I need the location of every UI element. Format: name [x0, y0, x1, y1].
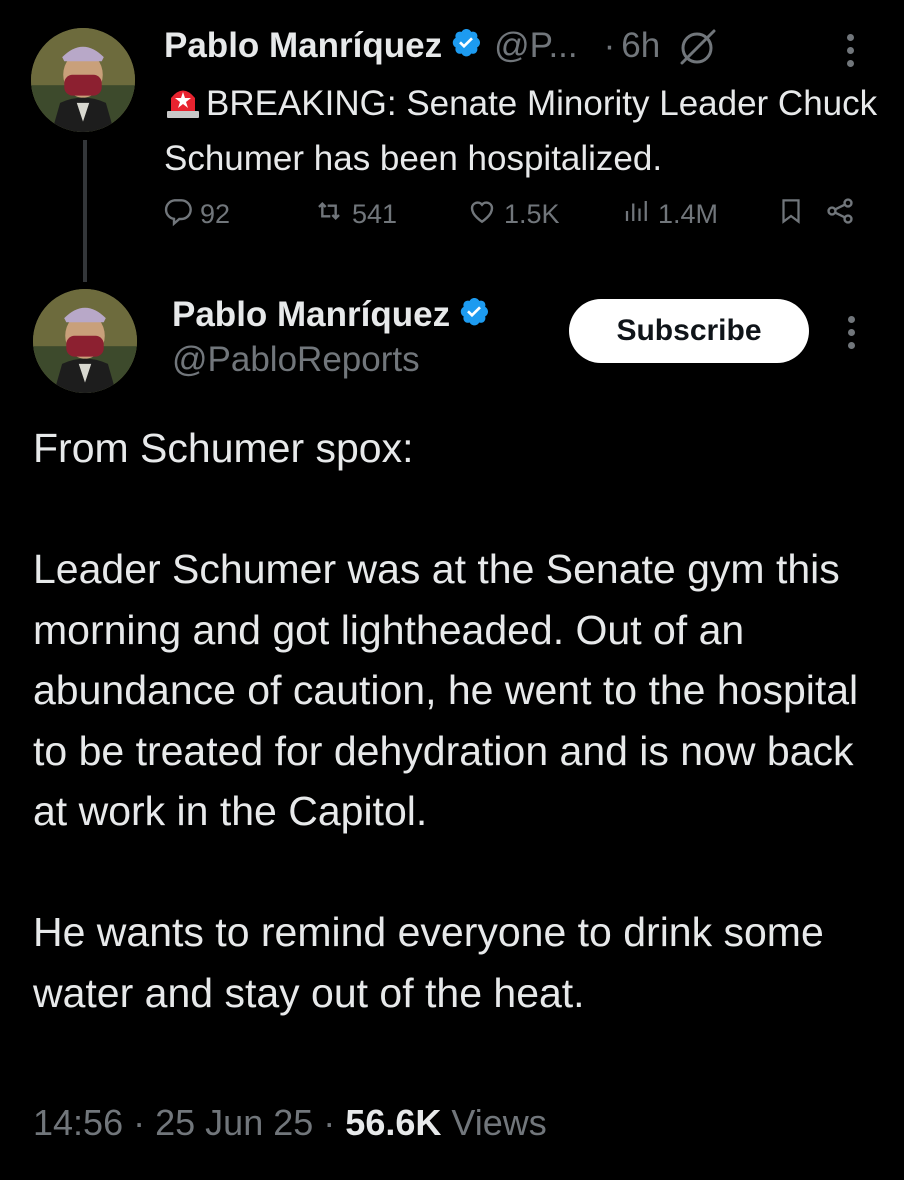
subscribe-button[interactable]: Subscribe: [569, 299, 809, 363]
verified-badge-icon: [458, 295, 490, 336]
separator-dot: ·: [133, 1102, 146, 1143]
separator-dot: ·: [603, 26, 616, 65]
avatar-image: [33, 289, 137, 393]
like-button[interactable]: 1.5K: [466, 194, 560, 234]
views-count: 1.4M: [658, 198, 719, 229]
author-name[interactable]: Pablo Manríquez: [172, 295, 450, 335]
author-handle[interactable]: @PabloReports: [172, 340, 420, 380]
tweet-time[interactable]: 6h: [621, 26, 660, 66]
tweet-timestamp-line: 14:56 · 25 Jun 25 · 56.6K Views: [33, 1102, 547, 1144]
reply-count: 92: [200, 198, 231, 229]
more-options-icon[interactable]: [847, 34, 854, 67]
avatar-image: [31, 28, 135, 132]
tweet-date[interactable]: 25 Jun 25: [155, 1102, 313, 1143]
main-tweet-header: Pablo Manríquez: [172, 292, 490, 338]
main-tweet-body: From Schumer spox: Leader Schumer was at…: [33, 425, 859, 1016]
repost-icon: [312, 195, 346, 234]
parent-tweet-text-body: BREAKING: Senate Minority Leader Chuck S…: [164, 84, 878, 178]
views-count: 56.6K: [345, 1102, 442, 1143]
verified-badge-icon: [450, 26, 482, 67]
grok-icon[interactable]: [678, 27, 718, 65]
analytics-icon: [622, 195, 652, 234]
repost-count: 541: [352, 198, 398, 229]
views-label: Views: [451, 1102, 547, 1143]
bookmark-button[interactable]: [776, 194, 806, 234]
like-count: 1.5K: [504, 198, 560, 229]
tweet-action-bar: 92 541 1.5K 1.4M: [162, 194, 862, 234]
views-button[interactable]: 1.4M: [622, 194, 718, 234]
rotating-light-icon: [164, 82, 202, 133]
avatar[interactable]: [31, 28, 135, 132]
share-icon: [824, 195, 856, 234]
reply-button[interactable]: 92: [162, 194, 230, 234]
parent-tweet-header: Pablo Manríquez @P... · 6h: [164, 22, 718, 70]
share-button[interactable]: [824, 194, 856, 234]
avatar[interactable]: [33, 289, 137, 393]
thread-connector-line: [83, 140, 87, 282]
more-options-icon[interactable]: [848, 316, 855, 349]
bookmark-icon: [776, 195, 806, 234]
reply-icon: [162, 195, 194, 234]
separator-dot: ·: [323, 1102, 336, 1143]
author-handle[interactable]: @P...: [494, 26, 578, 66]
repost-button[interactable]: 541: [312, 194, 397, 234]
tweet-time[interactable]: 14:56: [33, 1102, 123, 1143]
parent-tweet-text: BREAKING: Senate Minority Leader Chuck S…: [164, 78, 884, 184]
heart-icon: [466, 195, 498, 234]
author-name[interactable]: Pablo Manríquez: [164, 26, 442, 66]
